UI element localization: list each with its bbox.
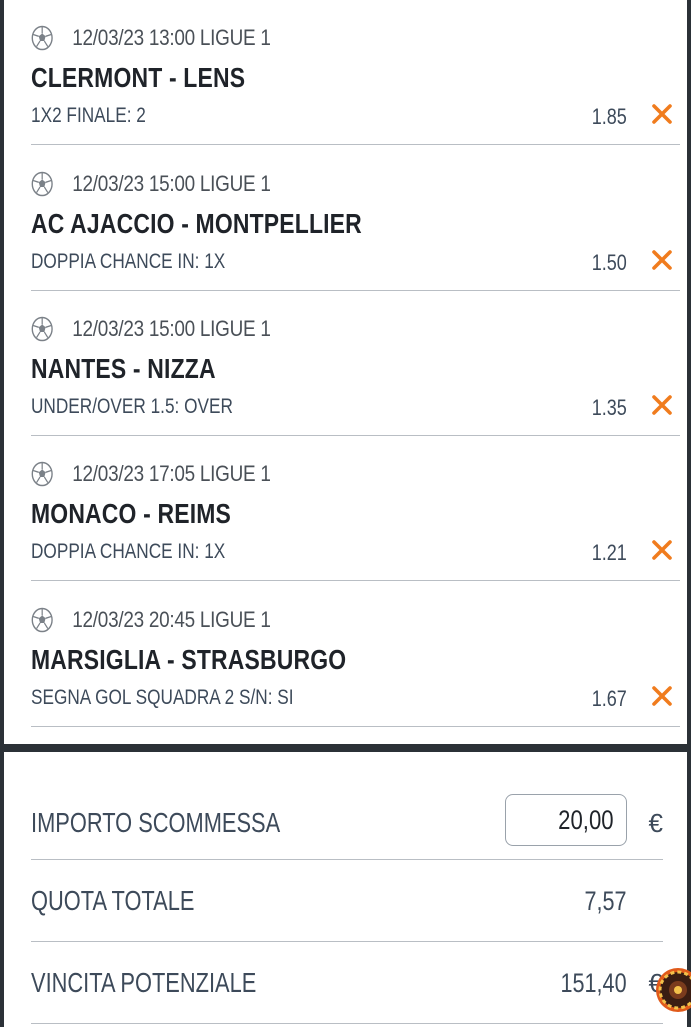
close-icon[interactable] — [650, 538, 674, 562]
stake-input[interactable]: 20,00 — [505, 794, 627, 846]
bet-item: 12/03/23 15:00 LIGUE 1 NANTES - NIZZA UN… — [4, 291, 687, 436]
bet-event: NANTES - NIZZA — [31, 353, 216, 384]
bet-datetime-league: 12/03/23 15:00 LIGUE 1 — [72, 316, 271, 341]
soccer-ball-icon — [31, 607, 53, 633]
bet-odd: 1.67 — [591, 686, 627, 711]
close-icon[interactable] — [650, 684, 674, 708]
divider — [31, 726, 680, 727]
potential-win-value: 151,40 — [560, 967, 627, 998]
close-icon[interactable] — [650, 393, 674, 417]
bet-datetime-league: 12/03/23 15:00 LIGUE 1 — [72, 171, 271, 196]
roulette-icon[interactable] — [655, 967, 691, 1013]
total-odds-label: QUOTA TOTALE — [31, 885, 195, 916]
total-odds-value: 7,57 — [584, 885, 627, 916]
bet-meta: 12/03/23 15:00 LIGUE 1 — [31, 315, 271, 343]
bet-odd: 1.85 — [591, 104, 627, 129]
bet-datetime-league: 12/03/23 17:05 LIGUE 1 — [72, 461, 271, 486]
stake-value: 20,00 — [558, 804, 614, 835]
bet-odd: 1.50 — [591, 250, 627, 275]
stake-row: IMPORTO SCOMMESSA 20,00 € — [4, 752, 687, 860]
bet-item: 12/03/23 15:00 LIGUE 1 AC AJACCIO - MONT… — [4, 146, 687, 291]
bet-odd: 1.21 — [591, 540, 627, 565]
bet-market: DOPPIA CHANCE IN: 1X — [31, 250, 226, 273]
bet-event: MARSIGLIA - STRASBURGO — [31, 644, 347, 675]
bet-meta: 12/03/23 20:45 LIGUE 1 — [31, 606, 271, 634]
bet-market: UNDER/OVER 1.5: OVER — [31, 395, 233, 418]
soccer-ball-icon — [31, 316, 53, 342]
soccer-ball-icon — [31, 461, 53, 487]
bet-item: 12/03/23 20:45 LIGUE 1 MARSIGLIA - STRAS… — [4, 582, 687, 727]
stake-currency: € — [648, 807, 663, 838]
soccer-ball-icon — [31, 171, 53, 197]
close-icon[interactable] — [650, 102, 674, 126]
bet-datetime-league: 12/03/23 13:00 LIGUE 1 — [72, 25, 271, 50]
soccer-ball-icon — [31, 25, 53, 51]
bet-event: AC AJACCIO - MONTPELLIER — [31, 208, 362, 239]
divider — [31, 580, 680, 581]
close-icon[interactable] — [650, 248, 674, 272]
potential-win-label: VINCITA POTENZIALE — [31, 967, 257, 998]
bet-datetime-league: 12/03/23 20:45 LIGUE 1 — [72, 607, 271, 632]
bet-event: MONACO - REIMS — [31, 498, 232, 529]
stake-label: IMPORTO SCOMMESSA — [31, 807, 281, 838]
bet-market: SEGNA GOL SQUADRA 2 S/N: SI — [31, 686, 294, 709]
bet-meta: 12/03/23 13:00 LIGUE 1 — [31, 24, 271, 52]
divider — [31, 1023, 663, 1024]
bet-item: 12/03/23 17:05 LIGUE 1 MONACO - REIMS DO… — [4, 436, 687, 581]
bet-market: DOPPIA CHANCE IN: 1X — [31, 540, 226, 563]
bet-meta: 12/03/23 17:05 LIGUE 1 — [31, 460, 271, 488]
bet-meta: 12/03/23 15:00 LIGUE 1 — [31, 170, 271, 198]
betslip-summary: IMPORTO SCOMMESSA 20,00 € QUOTA TOTALE 7… — [4, 752, 691, 1027]
total-odds-row: QUOTA TOTALE 7,57 — [4, 860, 687, 942]
bet-market: 1X2 FINALE: 2 — [31, 104, 146, 127]
betslip-selections: 12/03/23 13:00 LIGUE 1 CLERMONT - LENS 1… — [4, 0, 687, 744]
potential-win-row: VINCITA POTENZIALE 151,40 € — [4, 942, 687, 1024]
bet-event: CLERMONT - LENS — [31, 62, 246, 93]
bet-odd: 1.35 — [591, 395, 627, 420]
divider — [31, 144, 680, 145]
bet-item: 12/03/23 13:00 LIGUE 1 CLERMONT - LENS 1… — [4, 0, 687, 145]
